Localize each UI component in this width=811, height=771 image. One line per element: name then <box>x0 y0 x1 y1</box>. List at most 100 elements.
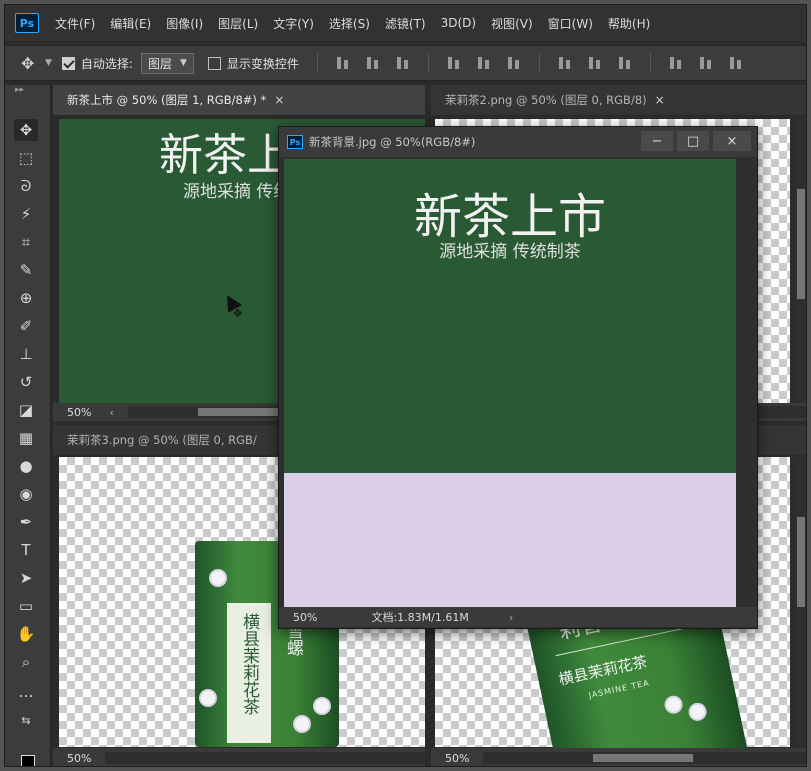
align-bottom-icon[interactable] <box>395 56 411 70</box>
pen-tool-icon[interactable]: ✒ <box>14 511 38 533</box>
ps-logo-icon: Ps <box>287 135 303 149</box>
ps-logo-icon: Ps <box>15 13 39 33</box>
vertical-scrollbar[interactable] <box>794 457 806 747</box>
clone-stamp-icon[interactable]: ⊥ <box>14 343 38 365</box>
zoom-level[interactable]: 50% <box>67 406 91 419</box>
close-icon[interactable]: × <box>274 93 284 107</box>
distribute-hcenter-icon[interactable] <box>698 56 714 70</box>
flower-decoration <box>315 699 329 713</box>
flower-decoration <box>201 691 215 705</box>
window-title: 新茶背景.jpg @ 50%(RGB/8#) <box>309 135 476 149</box>
menu-window[interactable]: 窗口(W) <box>548 15 593 32</box>
zoom-level[interactable]: 50% <box>293 611 317 624</box>
toolbox-grip-icon[interactable]: ▸▸ <box>5 85 50 99</box>
hand-tool-icon[interactable]: ✋ <box>14 623 38 645</box>
move-tool-icon[interactable]: ✥ <box>14 119 38 141</box>
chevron-down-icon: ▼ <box>179 58 187 68</box>
zoom-tool-icon[interactable]: ⌕ <box>14 651 38 673</box>
more-tools-icon[interactable]: … <box>14 681 38 703</box>
close-button[interactable]: × <box>713 131 751 151</box>
move-tool-icon[interactable]: ✥ <box>21 54 43 73</box>
align-right-icon[interactable] <box>506 56 522 70</box>
menu-bar: Ps 文件(F) 编辑(E) 图像(I) 图层(L) 文字(Y) 选择(S) 滤… <box>5 5 806 41</box>
magic-wand-icon[interactable]: ⚡ <box>14 203 38 225</box>
menu-select[interactable]: 选择(S) <box>329 15 370 32</box>
menu-file[interactable]: 文件(F) <box>55 15 95 32</box>
distribute-bottom-icon[interactable] <box>617 56 633 70</box>
align-top-icon[interactable] <box>335 56 351 70</box>
tab-title: 茉莉茶2.png @ 50% (图层 0, RGB/8) <box>445 93 647 107</box>
status-bar: 50% 文档:1.83M/1.61M › <box>279 607 757 627</box>
marquee-tool-icon[interactable]: ⬚ <box>14 147 38 169</box>
flower-decoration <box>689 703 706 721</box>
menu-layer[interactable]: 图层(L) <box>218 15 258 32</box>
horizontal-scrollbar[interactable] <box>483 752 806 764</box>
menu-view[interactable]: 视图(V) <box>491 15 533 32</box>
menu-3d[interactable]: 3D(D) <box>441 16 476 30</box>
auto-select-checkbox[interactable] <box>61 56 75 70</box>
distribute-top-icon[interactable] <box>557 56 573 70</box>
align-left-icon[interactable] <box>446 56 462 70</box>
show-transform-checkbox[interactable] <box>207 56 221 70</box>
align-vcenter-icon[interactable] <box>365 56 381 70</box>
lasso-tool-icon[interactable]: ᘐ <box>14 175 38 197</box>
toolbox: ▸▸ ✥ ⬚ ᘐ ⚡ ⌗ ✎ ⊕ ✐ ⊥ ↺ ◪ ▦ ● ◉ ✒ T ➤ ▭ ✋… <box>5 85 51 766</box>
minimize-button[interactable]: − <box>641 131 673 151</box>
auto-select-label: 自动选择: <box>80 56 133 71</box>
tab-new-tea[interactable]: 新茶上市 @ 50% (图层 1, RGB/8#) * × <box>53 85 425 115</box>
zoom-level[interactable]: 50% <box>445 752 469 765</box>
swap-colors-icon[interactable]: ⇆ <box>14 709 38 731</box>
show-transform-label: 显示变换控件 <box>226 56 299 71</box>
healing-brush-icon[interactable]: ⊕ <box>14 287 38 309</box>
window-title-bar[interactable]: Ps 新茶背景.jpg @ 50%(RGB/8#) − □ × <box>279 127 757 157</box>
eyedropper-icon[interactable]: ✎ <box>14 259 38 281</box>
eraser-icon[interactable]: ◪ <box>14 399 38 421</box>
maximize-button[interactable]: □ <box>677 131 709 151</box>
scroll-thumb[interactable] <box>797 189 805 299</box>
menu-image[interactable]: 图像(I) <box>166 15 203 32</box>
auto-select-target-select[interactable]: 图层 ▼ <box>140 52 194 74</box>
menu-type[interactable]: 文字(Y) <box>273 15 314 32</box>
blur-tool-icon[interactable]: ● <box>14 455 38 477</box>
divider <box>649 53 651 73</box>
canvas-subline: 源地采摘 传统制茶 <box>439 242 581 262</box>
canvas-bottom-area[interactable] <box>284 473 736 607</box>
vertical-scrollbar[interactable] <box>739 159 753 607</box>
gradient-tool-icon[interactable]: ▦ <box>14 427 38 449</box>
divider <box>316 53 318 73</box>
can-text: 横县茉莉花茶 <box>239 613 259 715</box>
flower-decoration <box>295 717 309 731</box>
vertical-scrollbar[interactable] <box>794 119 806 403</box>
foreground-color-swatch[interactable] <box>21 755 35 766</box>
distribute-left-icon[interactable] <box>668 56 684 70</box>
align-hcenter-icon[interactable] <box>476 56 492 70</box>
doc-info[interactable]: 文档:1.83M/1.61M <box>371 609 468 625</box>
scroll-thumb[interactable] <box>797 517 805 607</box>
zoom-level[interactable]: 50% <box>67 752 91 765</box>
divider <box>538 53 540 73</box>
scroll-left-icon[interactable]: ‹ <box>109 406 113 419</box>
options-bar: ✥ ▼ 自动选择: 图层 ▼ 显示变换控件 <box>5 45 806 81</box>
menu-help[interactable]: 帮助(H) <box>608 15 650 32</box>
status-bar: 50% <box>53 748 425 766</box>
horizontal-scrollbar[interactable] <box>105 752 425 764</box>
type-tool-icon[interactable]: T <box>14 539 38 561</box>
brush-tool-icon[interactable]: ✐ <box>14 315 38 337</box>
tool-preset-chevron-icon[interactable]: ▼ <box>45 58 52 68</box>
distribute-right-icon[interactable] <box>728 56 744 70</box>
menu-edit[interactable]: 编辑(E) <box>110 15 151 32</box>
canvas-top-area[interactable]: 新茶上市 源地采摘 传统制茶 <box>284 159 736 473</box>
close-icon[interactable]: × <box>655 93 665 107</box>
scroll-thumb[interactable] <box>593 754 694 762</box>
menu-filter[interactable]: 滤镜(T) <box>385 15 426 32</box>
rectangle-tool-icon[interactable]: ▭ <box>14 595 38 617</box>
path-select-icon[interactable]: ➤ <box>14 567 38 589</box>
floating-document-window[interactable]: Ps 新茶背景.jpg @ 50%(RGB/8#) − □ × 新茶上市 源地采… <box>278 126 758 629</box>
history-brush-icon[interactable]: ↺ <box>14 371 38 393</box>
dodge-tool-icon[interactable]: ◉ <box>14 483 38 505</box>
crop-tool-icon[interactable]: ⌗ <box>14 231 38 253</box>
distribute-vcenter-icon[interactable] <box>587 56 603 70</box>
photoshop-window: Ps 文件(F) 编辑(E) 图像(I) 图层(L) 文字(Y) 选择(S) 滤… <box>4 4 807 767</box>
doc-info-menu-icon[interactable]: › <box>509 611 513 624</box>
tab-jasmine-2[interactable]: 茉莉茶2.png @ 50% (图层 0, RGB/8) × <box>431 85 806 115</box>
